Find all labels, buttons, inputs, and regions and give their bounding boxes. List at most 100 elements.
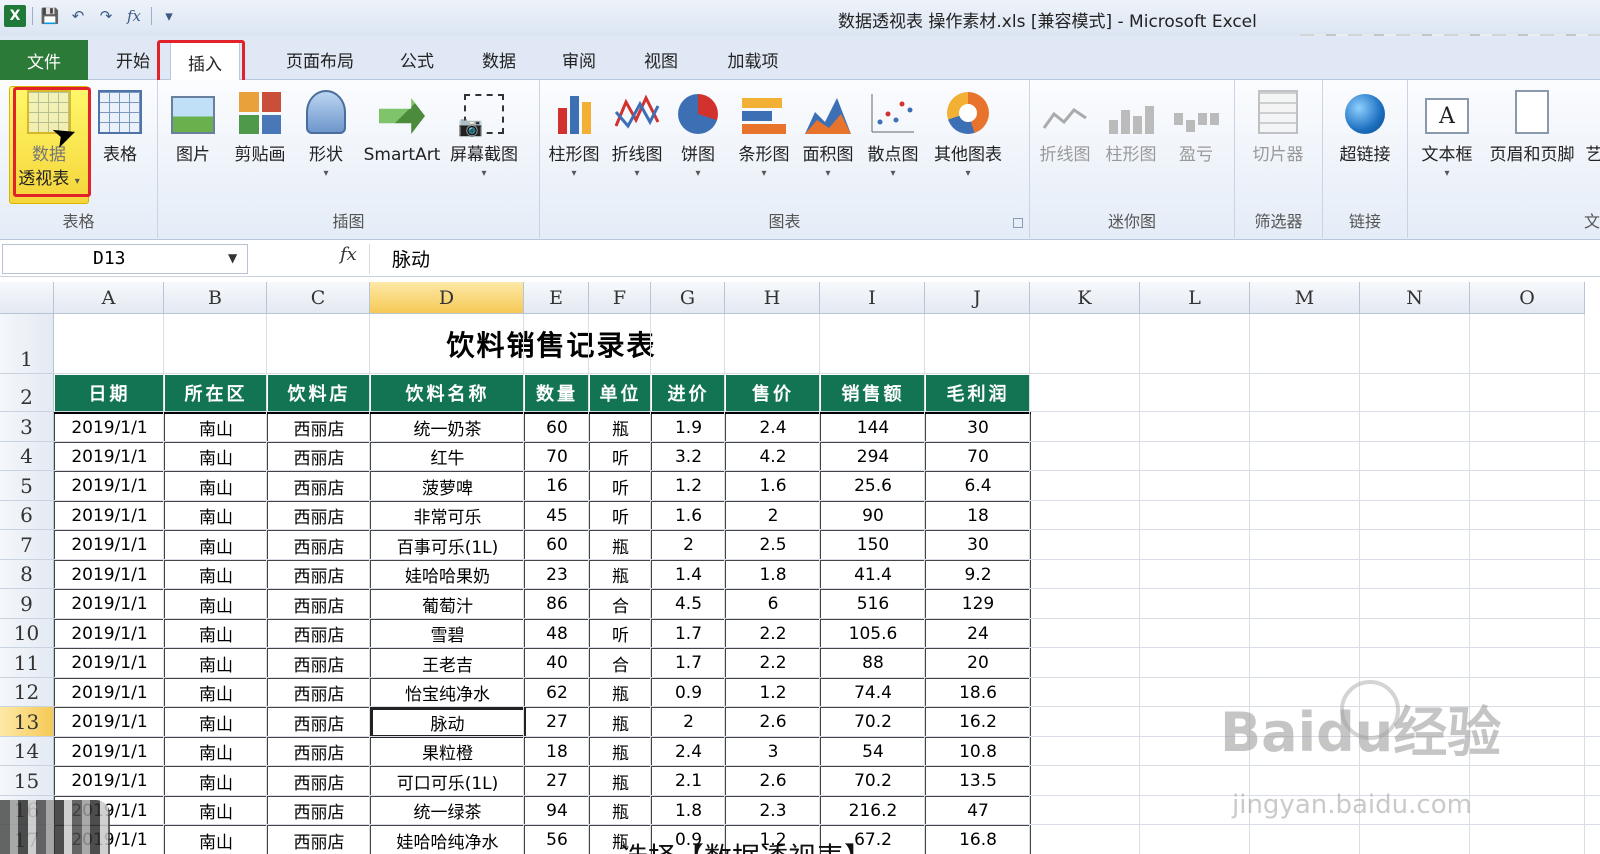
sheet-title[interactable]: 饮料销售记录表 [54, 314, 1049, 374]
table-cell[interactable]: 1.4 [651, 559, 726, 590]
sparkline-winloss-button[interactable]: 盈亏 [1168, 84, 1224, 168]
table-cell[interactable]: 294 [820, 441, 926, 472]
table-cell[interactable]: 菠萝啤 [370, 471, 525, 502]
table-cell[interactable]: 6 [725, 589, 821, 620]
table-cell[interactable]: 70 [925, 441, 1031, 472]
table-cell[interactable]: 70.2 [820, 707, 926, 738]
table-cell[interactable]: 南山 [164, 707, 268, 738]
table-cell[interactable]: 西丽店 [267, 648, 371, 679]
table-cell[interactable]: 2.4 [651, 736, 726, 767]
row-header-5[interactable]: 5 [0, 471, 54, 501]
table-cell[interactable]: 听 [589, 500, 652, 531]
table-cell[interactable]: 西丽店 [267, 589, 371, 620]
row-header-2[interactable]: 2 [0, 374, 54, 412]
row-header-8[interactable]: 8 [0, 559, 54, 589]
other-charts-button[interactable]: 其他图表 ▾ [928, 84, 1008, 180]
table-cell[interactable]: 南山 [164, 677, 268, 708]
table-cell[interactable]: 88 [820, 648, 926, 679]
table-cell[interactable]: 娃哈哈果奶 [370, 559, 525, 590]
row-header-11[interactable]: 11 [0, 648, 54, 678]
row-header-4[interactable]: 4 [0, 441, 54, 471]
table-cell[interactable]: 47 [925, 795, 1031, 826]
tab-formulas[interactable]: 公式 [392, 42, 442, 76]
row-header-6[interactable]: 6 [0, 500, 54, 530]
table-cell[interactable]: 1.8 [725, 559, 821, 590]
column-header-d[interactable]: D [370, 282, 524, 314]
column-header-b[interactable]: B [164, 282, 267, 314]
slicer-button[interactable]: 切片器 [1245, 84, 1311, 168]
table-cell[interactable]: 2.5 [725, 530, 821, 561]
table-cell[interactable]: 瓶 [589, 707, 652, 738]
table-cell[interactable]: 2019/1/1 [54, 736, 165, 767]
table-cell[interactable]: 2019/1/1 [54, 471, 165, 502]
table-cell[interactable]: 南山 [164, 736, 268, 767]
table-cell[interactable]: 怡宝纯净水 [370, 677, 525, 708]
table-cell[interactable]: 红牛 [370, 441, 525, 472]
table-header-cell[interactable]: 日期 [54, 374, 165, 414]
column-header-j[interactable]: J [925, 282, 1030, 314]
column-header-f[interactable]: F [589, 282, 651, 314]
table-cell[interactable]: 4.5 [651, 589, 726, 620]
table-cell[interactable]: 2.6 [725, 766, 821, 797]
tab-file[interactable]: 文件 [0, 40, 88, 80]
table-cell[interactable]: 西丽店 [267, 559, 371, 590]
table-cell[interactable]: 王老吉 [370, 648, 525, 679]
table-cell[interactable]: 40 [524, 648, 590, 679]
table-cell[interactable]: 13.5 [925, 766, 1031, 797]
table-cell[interactable]: 2 [651, 707, 726, 738]
table-cell[interactable]: 瓶 [589, 766, 652, 797]
column-header-i[interactable]: I [820, 282, 925, 314]
table-cell[interactable]: 2019/1/1 [54, 500, 165, 531]
table-cell[interactable]: 西丽店 [267, 530, 371, 561]
table-cell[interactable]: 6.4 [925, 471, 1031, 502]
row-header-3[interactable]: 3 [0, 412, 54, 442]
table-cell[interactable]: 48 [524, 618, 590, 649]
table-cell[interactable]: 20 [925, 648, 1031, 679]
table-cell[interactable]: 144 [820, 412, 926, 443]
row-header-13[interactable]: 13 [0, 707, 54, 737]
table-header-cell[interactable]: 进价 [651, 374, 726, 414]
table-cell[interactable]: 2.2 [725, 618, 821, 649]
tab-data[interactable]: 数据 [474, 42, 524, 76]
table-cell[interactable]: 南山 [164, 648, 268, 679]
table-cell[interactable]: 2019/1/1 [54, 441, 165, 472]
table-cell[interactable]: 30 [925, 530, 1031, 561]
column-header-h[interactable]: H [725, 282, 820, 314]
row-header-7[interactable]: 7 [0, 530, 54, 560]
table-cell[interactable]: 南山 [164, 500, 268, 531]
table-header-cell[interactable]: 售价 [725, 374, 821, 414]
table-cell[interactable]: 94 [524, 795, 590, 826]
table-cell[interactable]: 1.7 [651, 618, 726, 649]
table-cell[interactable]: 2.2 [725, 648, 821, 679]
table-cell[interactable]: 统一绿茶 [370, 795, 525, 826]
formula-input[interactable]: 脉动 [392, 245, 430, 272]
table-cell[interactable]: 南山 [164, 795, 268, 826]
table-cell[interactable]: 2.1 [651, 766, 726, 797]
table-cell[interactable]: 56 [524, 825, 590, 854]
table-cell[interactable]: 听 [589, 441, 652, 472]
table-cell[interactable]: 葡萄汁 [370, 589, 525, 620]
table-cell[interactable]: 合 [589, 648, 652, 679]
table-cell[interactable]: 娃哈哈纯净水 [370, 825, 525, 854]
table-header-cell[interactable]: 毛利润 [925, 374, 1031, 414]
table-cell[interactable]: 3 [725, 736, 821, 767]
table-cell[interactable]: 雪碧 [370, 618, 525, 649]
table-cell[interactable]: 2019/1/1 [54, 707, 165, 738]
table-cell[interactable]: 45 [524, 500, 590, 531]
table-cell[interactable]: 54 [820, 736, 926, 767]
table-cell[interactable]: 1.7 [651, 648, 726, 679]
table-cell[interactable]: 可口可乐(1L) [370, 766, 525, 797]
table-cell[interactable]: 62 [524, 677, 590, 708]
table-cell[interactable]: 南山 [164, 825, 268, 854]
select-all-button[interactable] [0, 282, 54, 314]
table-cell[interactable]: 西丽店 [267, 618, 371, 649]
clipart-button[interactable]: 剪贴画 [230, 84, 290, 168]
table-cell[interactable]: 南山 [164, 559, 268, 590]
table-cell[interactable]: 2019/1/1 [54, 766, 165, 797]
scatter-chart-button[interactable]: 散点图 ▾ [862, 84, 924, 180]
table-cell[interactable]: 129 [925, 589, 1031, 620]
worksheet-grid[interactable]: 饮料销售记录表 日期 所在区 饮料店 饮料名称 数量 单位 进价 售价 销售额 毛利润 2019/… [0, 282, 1600, 854]
excel-logo-icon[interactable]: X [4, 5, 26, 27]
column-header-c[interactable]: C [267, 282, 370, 314]
save-icon[interactable]: 💾 [39, 5, 61, 27]
